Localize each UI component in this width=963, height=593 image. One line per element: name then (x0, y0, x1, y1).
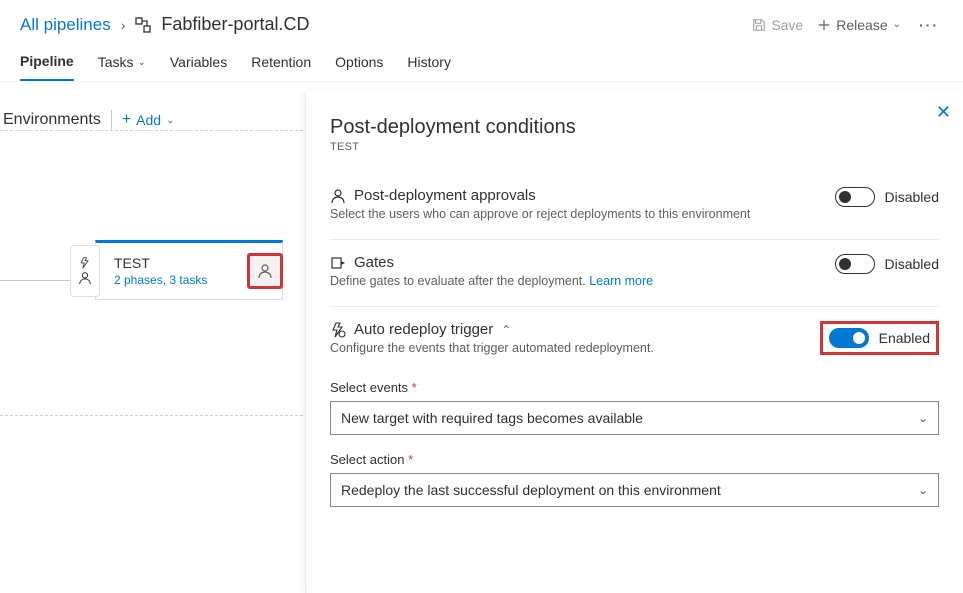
release-label: Release (836, 17, 887, 33)
person-icon (257, 263, 273, 279)
save-icon (752, 18, 766, 32)
gates-icon (330, 255, 346, 271)
trigger-icon (78, 257, 92, 269)
breadcrumb-root[interactable]: All pipelines (20, 15, 111, 35)
chevron-right-icon: › (121, 17, 126, 33)
gates-toggle[interactable] (835, 254, 875, 274)
gates-heading: Gates (354, 254, 394, 271)
select-events-group: Select events * New target with required… (330, 379, 939, 435)
redeploy-section: Auto redeploy trigger ⌃ Configure the ev… (330, 307, 939, 363)
gates-desc: Define gates to evaluate after the deplo… (330, 274, 835, 288)
tab-options[interactable]: Options (335, 53, 383, 81)
post-deployment-panel: ✕ Post-deployment conditions TEST Post-d… (305, 92, 963, 593)
approvals-heading: Post-deployment approvals (354, 187, 536, 204)
divider (111, 110, 112, 130)
chevron-down-icon: ⌄ (893, 19, 901, 30)
approvals-section: Post-deployment approvals Select the use… (330, 173, 939, 229)
person-icon (78, 271, 92, 285)
redeploy-icon (330, 322, 346, 338)
top-actions: Save Release ⌄ ··· (752, 17, 943, 33)
chevron-down-icon: ⌄ (918, 411, 928, 425)
select-action-group: Select action * Redeploy the last succes… (330, 451, 939, 507)
highlight-box: Enabled (820, 321, 939, 355)
panel-subtitle: TEST (330, 141, 939, 153)
save-button[interactable]: Save (752, 17, 803, 33)
chevron-up-icon[interactable]: ⌃ (501, 323, 511, 337)
save-label: Save (771, 17, 803, 33)
close-button[interactable]: ✕ (936, 102, 951, 123)
gates-state: Disabled (885, 256, 939, 272)
approvals-state: Disabled (885, 189, 939, 205)
tab-row: Pipeline Tasks ⌄ Variables Retention Opt… (0, 43, 963, 82)
redeploy-heading: Auto redeploy trigger (354, 321, 493, 338)
tab-history[interactable]: History (407, 53, 451, 81)
tab-pipeline[interactable]: Pipeline (20, 53, 74, 81)
add-label: Add (136, 112, 161, 128)
pre-conditions-button[interactable] (70, 245, 100, 297)
chevron-down-icon: ⌄ (918, 483, 928, 497)
approvals-desc: Select the users who can approve or reje… (330, 207, 835, 221)
tab-retention[interactable]: Retention (251, 53, 311, 81)
select-action-label: Select action * (330, 452, 413, 467)
redeploy-desc: Configure the events that trigger automa… (330, 341, 820, 355)
select-events-label: Select events * (330, 380, 417, 395)
approvals-toggle[interactable] (835, 187, 875, 207)
tab-variables[interactable]: Variables (170, 53, 227, 81)
release-button[interactable]: Release ⌄ (817, 17, 901, 33)
panel-title: Post-deployment conditions (330, 116, 939, 139)
chevron-down-icon: ⌄ (137, 57, 145, 68)
plus-icon: + (122, 111, 131, 129)
breadcrumb: All pipelines › Fabfiber-portal.CD Save … (0, 0, 963, 43)
post-conditions-button[interactable] (247, 253, 283, 289)
breadcrumb-title: Fabfiber-portal.CD (161, 14, 309, 35)
stage-connector (0, 280, 70, 281)
select-events-dropdown[interactable]: New target with required tags becomes av… (330, 401, 939, 435)
redeploy-state: Enabled (879, 330, 930, 346)
add-environment-button[interactable]: + Add ⌄ (122, 111, 175, 129)
gates-learn-link[interactable]: Learn more (589, 274, 653, 288)
person-icon (330, 188, 346, 204)
pipeline-icon (135, 17, 151, 33)
chevron-down-icon: ⌄ (166, 115, 174, 126)
environments-label: Environments (3, 111, 101, 129)
tab-tasks[interactable]: Tasks ⌄ (98, 53, 146, 81)
tab-tasks-label: Tasks (98, 54, 134, 70)
gates-section: Gates Define gates to evaluate after the… (330, 240, 939, 296)
stage-card[interactable]: TEST 2 phases, 3 tasks (95, 240, 283, 300)
select-events-value: New target with required tags becomes av… (341, 410, 643, 426)
more-button[interactable]: ··· (915, 17, 943, 33)
select-action-value: Redeploy the last successful deployment … (341, 482, 721, 498)
select-action-dropdown[interactable]: Redeploy the last successful deployment … (330, 473, 939, 507)
plus-icon (817, 18, 831, 32)
redeploy-toggle[interactable] (829, 328, 869, 348)
